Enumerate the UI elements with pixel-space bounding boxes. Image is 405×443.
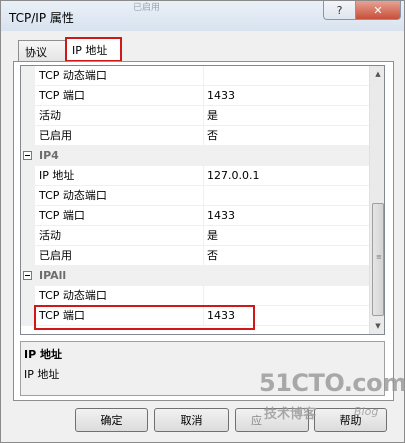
category-label: IPAll xyxy=(39,269,67,282)
row-gutter xyxy=(21,186,35,206)
property-value[interactable]: 1433 xyxy=(203,86,369,106)
property-row[interactable]: 已启用 否 xyxy=(21,126,369,146)
property-value[interactable]: 否 xyxy=(203,126,369,146)
background-window-text: 已启用 xyxy=(133,3,161,13)
collapse-icon[interactable] xyxy=(23,271,32,280)
row-gutter xyxy=(21,226,35,246)
row-gutter xyxy=(21,286,35,306)
property-row[interactable]: TCP 动态端口 xyxy=(21,66,369,86)
property-value[interactable]: 是 xyxy=(203,106,369,126)
description-title: IP 地址 xyxy=(24,348,62,361)
title-bar[interactable]: 已启用 TCP/IP 属性 ? ✕ xyxy=(1,1,404,31)
property-row[interactable]: TCP 端口 1433 xyxy=(21,306,369,326)
category-label: IP4 xyxy=(39,149,59,162)
window-title: TCP/IP 属性 xyxy=(9,11,74,25)
property-name: 活动 xyxy=(39,229,61,242)
row-gutter xyxy=(21,126,35,146)
property-value[interactable]: 1433 xyxy=(203,306,369,326)
property-name: TCP 端口 xyxy=(39,309,85,322)
property-row[interactable]: TCP 动态端口 xyxy=(21,186,369,206)
row-gutter xyxy=(21,106,35,126)
close-button[interactable]: ✕ xyxy=(355,1,401,20)
scroll-down-icon[interactable]: ▼ xyxy=(370,318,384,334)
property-grid-rows: TCP 动态端口 TCP 端口 1433 活动是已启用否 IP4 IP 地址 127.0.0… xyxy=(21,66,369,326)
property-value[interactable]: 是 xyxy=(203,226,369,246)
ok-button[interactable]: 确定 xyxy=(75,408,148,432)
row-gutter xyxy=(21,166,35,186)
property-row[interactable]: TCP 动态端口 xyxy=(21,286,369,306)
grip-icon: ≡ xyxy=(376,253,382,261)
property-value[interactable]: 1433 xyxy=(203,206,369,226)
property-name: TCP 动态端口 xyxy=(39,189,107,202)
property-name: 已启用 xyxy=(39,249,72,262)
property-row[interactable]: 已启用 否 xyxy=(21,246,369,266)
row-gutter xyxy=(21,66,35,86)
property-row[interactable]: 活动 是 xyxy=(21,106,369,126)
property-name: 活动 xyxy=(39,109,61,122)
cancel-button[interactable]: 取消 xyxy=(154,408,229,432)
property-name: TCP 端口 xyxy=(39,89,85,102)
category-row[interactable]: IP4 xyxy=(21,146,369,166)
collapse-icon[interactable] xyxy=(23,151,32,160)
property-grid[interactable]: TCP 动态端口 TCP 端口 1433 活动是已启用否 IP4 IP 地址 127.0.0… xyxy=(20,65,385,335)
help-icon-button[interactable]: ? xyxy=(323,1,356,20)
watermark-subtitle: 技术博客 xyxy=(264,407,317,422)
property-row[interactable]: IP 地址 127.0.0.1 xyxy=(21,166,369,186)
row-gutter xyxy=(21,206,35,226)
property-name: TCP 端口 xyxy=(39,209,85,222)
row-gutter xyxy=(21,246,35,266)
vertical-scrollbar[interactable]: ▲ ≡ ▼ xyxy=(369,66,384,334)
tab-ip-address[interactable]: IP 地址 xyxy=(65,37,121,62)
property-name: 已启用 xyxy=(39,129,72,142)
watermark-logo: 51CTO.com xyxy=(259,369,405,397)
category-row[interactable]: IPAll xyxy=(21,266,369,286)
property-name: TCP 动态端口 xyxy=(39,69,107,82)
property-value[interactable]: 127.0.0.1 xyxy=(203,166,369,186)
property-row[interactable]: TCP 端口 1433 xyxy=(21,86,369,106)
row-gutter xyxy=(21,306,35,326)
tab-protocol[interactable]: 协议 xyxy=(18,40,66,62)
property-value[interactable] xyxy=(203,186,369,206)
property-row[interactable]: TCP 端口 1433 xyxy=(21,206,369,226)
property-value[interactable] xyxy=(203,286,369,306)
property-name: IP 地址 xyxy=(39,169,75,182)
property-value[interactable] xyxy=(203,66,369,86)
scroll-up-icon[interactable]: ▲ xyxy=(370,66,384,82)
property-row[interactable]: 活动 是 xyxy=(21,226,369,246)
description-text: IP 地址 xyxy=(24,368,60,381)
property-name: TCP 动态端口 xyxy=(39,289,107,302)
scrollbar-thumb[interactable]: ≡ xyxy=(372,203,384,316)
row-gutter xyxy=(21,86,35,106)
watermark-blog: Blog xyxy=(354,405,379,418)
properties-dialog: 已启用 TCP/IP 属性 ? ✕ 协议 IP 地址 TCP 动态端口 TCP 端… xyxy=(0,0,405,443)
property-value[interactable]: 否 xyxy=(203,246,369,266)
